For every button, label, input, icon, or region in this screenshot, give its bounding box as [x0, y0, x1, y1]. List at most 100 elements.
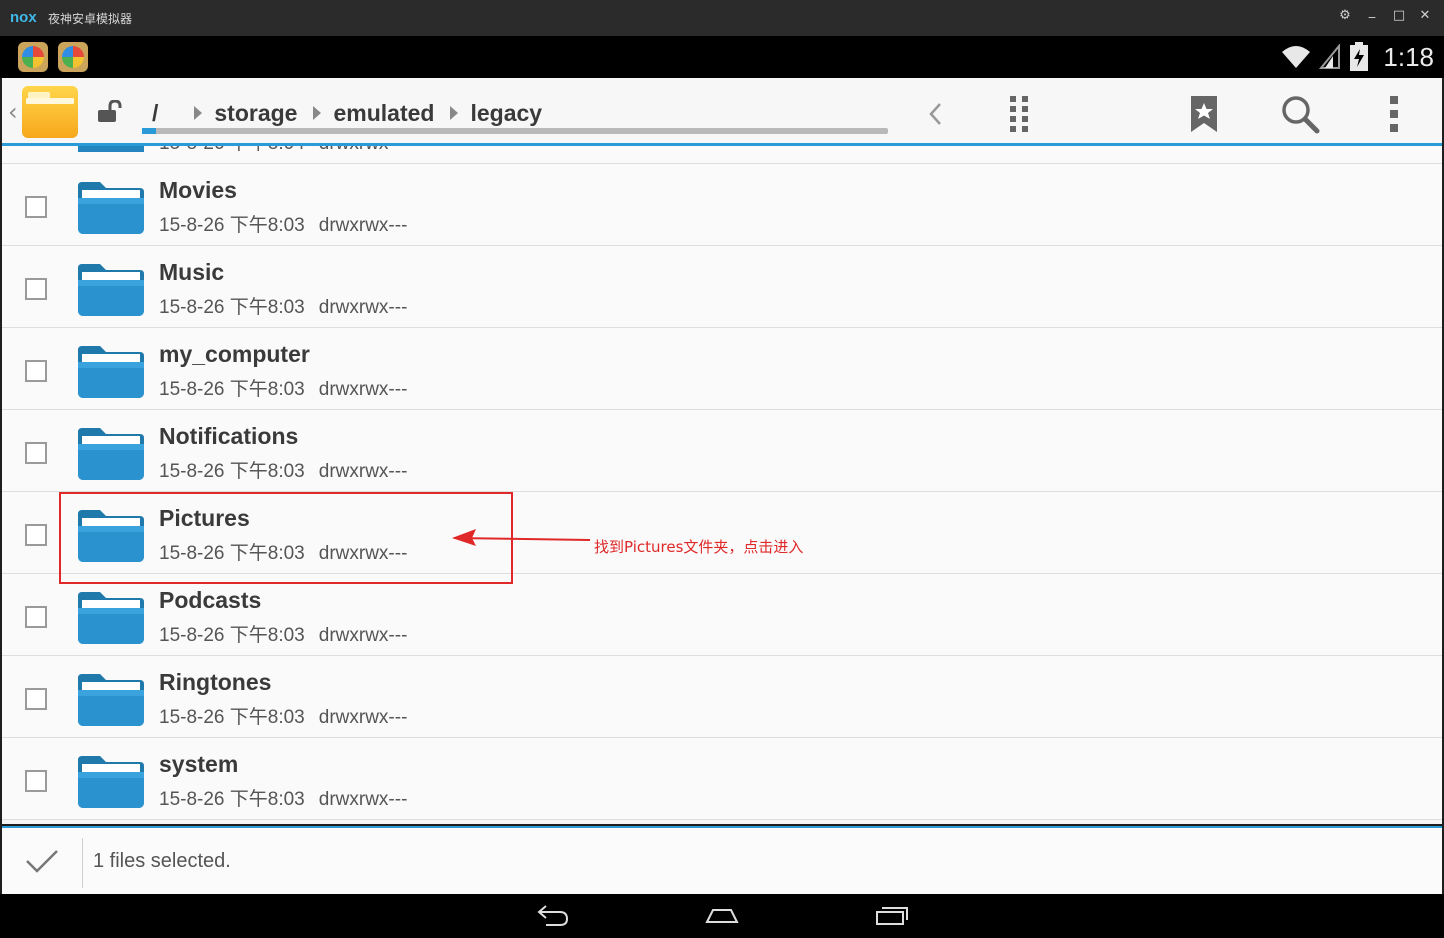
emulator-titlebar: nox 夜神安卓模拟器 ⚙ _ □ ✕ — [0, 0, 1444, 36]
breadcrumb-separator-icon — [313, 106, 322, 120]
folder-icon — [78, 428, 144, 480]
file-meta: 15-8-26 下午8:03 drwxrwx--- — [159, 538, 407, 565]
divider — [82, 838, 83, 888]
file-name: Notifications — [159, 423, 299, 449]
breadcrumb-separator-icon — [194, 106, 203, 120]
folder-icon — [78, 182, 144, 234]
file-date: 15-8-26 下午8:04 — [159, 146, 305, 154]
back-icon[interactable] — [536, 902, 570, 928]
breadcrumb-root[interactable]: / — [152, 100, 158, 127]
file-row-system[interactable]: system 15-8-26 下午8:03 drwxrwx--- — [2, 738, 1442, 820]
row-checkbox[interactable] — [25, 278, 47, 300]
battery-charging-icon — [1350, 42, 1369, 71]
file-name: Music — [159, 259, 225, 285]
row-checkbox[interactable] — [25, 360, 47, 382]
status-clock: 1:18 — [1383, 41, 1434, 72]
breadcrumb-legacy[interactable]: legacy — [470, 100, 542, 127]
annotation-text: 找到Pictures文件夹，点击进入 — [594, 538, 804, 556]
chevron-left-icon[interactable]: ‹ — [8, 98, 18, 126]
file-name: Pictures — [159, 505, 250, 531]
breadcrumb-emulated[interactable]: emulated — [333, 100, 434, 127]
search-icon[interactable] — [1278, 92, 1322, 136]
file-meta: 15-8-26 下午8:03 drwxrwx--- — [159, 374, 407, 401]
row-checkbox[interactable] — [25, 524, 47, 546]
file-date: 15-8-26 下午8:03 — [159, 215, 305, 236]
file-row-notifications[interactable]: Notifications 15-8-26 下午8:03 drwxrwx--- — [2, 410, 1442, 492]
home-icon[interactable] — [704, 902, 740, 928]
nox-logo: nox — [10, 9, 37, 26]
file-manager-toolbar: ‹ / storage emulated legacy — [2, 78, 1442, 146]
row-checkbox[interactable] — [25, 442, 47, 464]
navigate-back-icon[interactable] — [914, 92, 958, 136]
file-list[interactable]: 15-8-26 下午8:04 drwxrwx Movies 15-8-26 下午8:… — [2, 146, 1442, 824]
file-permissions: drwxrwx--- — [318, 707, 408, 728]
file-meta: 15-8-26 下午8:04 drwxrwx — [159, 146, 388, 155]
file-meta: 15-8-26 下午8:03 drwxrwx--- — [159, 784, 407, 811]
file-meta: 15-8-26 下午8:03 drwxrwx--- — [159, 210, 407, 237]
folder-app-icon[interactable] — [22, 86, 78, 138]
file-permissions: drwxrwx--- — [318, 789, 408, 810]
file-row-music[interactable]: Music 15-8-26 下午8:03 drwxrwx--- — [2, 246, 1442, 328]
file-date: 15-8-26 下午8:03 — [159, 379, 305, 400]
file-name: Podcasts — [159, 587, 262, 613]
file-date: 15-8-26 下午8:03 — [159, 625, 305, 646]
unlock-icon[interactable] — [96, 100, 126, 124]
file-date: 15-8-26 下午8:03 — [159, 297, 305, 318]
breadcrumb: / storage emulated legacy — [152, 96, 542, 130]
maximize-icon[interactable]: □ — [1390, 8, 1408, 23]
file-meta: 15-8-26 下午8:03 drwxrwx--- — [159, 292, 407, 319]
notification-app-icon — [18, 42, 48, 72]
file-row-podcasts[interactable]: Podcasts 15-8-26 下午8:03 drwxrwx--- — [2, 574, 1442, 656]
file-row-ringtones[interactable]: Ringtones 15-8-26 下午8:03 drwxrwx--- — [2, 656, 1442, 738]
file-row-my_computer[interactable]: my_computer 15-8-26 下午8:03 drwxrwx--- — [2, 328, 1442, 410]
file-name: Movies — [159, 177, 237, 203]
folder-icon — [78, 674, 144, 726]
grid-view-icon[interactable] — [998, 92, 1042, 136]
bookmark-icon[interactable] — [1182, 92, 1226, 136]
overflow-menu-icon[interactable] — [1372, 92, 1416, 136]
notification-app-icon — [58, 42, 88, 72]
folder-icon — [78, 264, 144, 316]
file-meta: 15-8-26 下午8:03 drwxrwx--- — [159, 456, 407, 483]
file-date: 15-8-26 下午8:03 — [159, 543, 305, 564]
list-item-partial[interactable]: 15-8-26 下午8:04 drwxrwx — [2, 146, 1442, 164]
file-permissions: drwxrwx — [319, 146, 389, 154]
file-permissions: drwxrwx--- — [318, 543, 408, 564]
close-icon[interactable]: ✕ — [1416, 8, 1434, 23]
status-icons: 1:18 — [1281, 40, 1434, 74]
file-meta: 15-8-26 下午8:03 drwxrwx--- — [159, 620, 407, 647]
breadcrumb-storage[interactable]: storage — [214, 100, 297, 127]
file-permissions: drwxrwx--- — [318, 625, 408, 646]
row-checkbox[interactable] — [25, 606, 47, 628]
folder-icon — [78, 592, 144, 644]
file-row-pictures[interactable]: Pictures 15-8-26 下午8:03 drwxrwx--- — [2, 492, 1442, 574]
file-name: my_computer — [159, 341, 310, 367]
row-checkbox[interactable] — [25, 196, 47, 218]
android-status-bar: 1:18 — [0, 36, 1444, 78]
folder-icon — [78, 510, 144, 562]
breadcrumb-scrollbar[interactable] — [142, 128, 888, 134]
annotation-arrow-icon — [452, 529, 591, 546]
folder-icon — [78, 756, 144, 808]
confirm-check-icon[interactable] — [24, 846, 60, 876]
selection-message: 1 files selected. — [93, 850, 231, 872]
gear-icon[interactable]: ⚙ — [1336, 8, 1354, 23]
folder-icon — [78, 146, 144, 152]
selection-bar: 1 files selected. — [2, 826, 1442, 894]
signal-icon — [1319, 44, 1341, 69]
file-permissions: drwxrwx--- — [318, 461, 408, 482]
file-meta: 15-8-26 下午8:03 drwxrwx--- — [159, 702, 407, 729]
file-row-movies[interactable]: Movies 15-8-26 下午8:03 drwxrwx--- — [2, 164, 1442, 246]
recent-apps-icon[interactable] — [874, 902, 910, 928]
minimize-icon[interactable]: _ — [1363, 4, 1381, 19]
window-title: 夜神安卓模拟器 — [48, 12, 133, 26]
file-permissions: drwxrwx--- — [318, 215, 408, 236]
file-date: 15-8-26 下午8:03 — [159, 461, 305, 482]
folder-icon — [78, 346, 144, 398]
row-checkbox[interactable] — [25, 688, 47, 710]
wifi-icon — [1282, 46, 1311, 68]
row-checkbox[interactable] — [25, 770, 47, 792]
file-date: 15-8-26 下午8:03 — [159, 707, 305, 728]
android-nav-bar — [0, 894, 1444, 938]
file-permissions: drwxrwx--- — [318, 379, 408, 400]
